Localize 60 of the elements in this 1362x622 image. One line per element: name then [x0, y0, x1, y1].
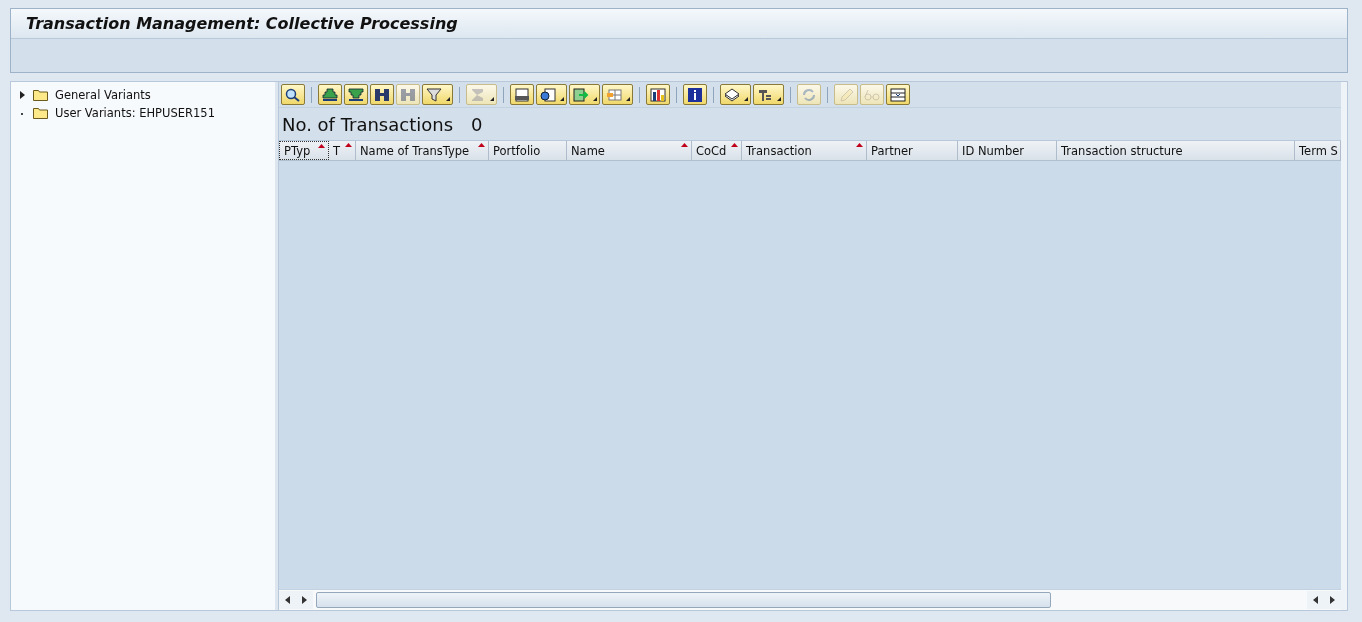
scroll-left-button[interactable]: [279, 591, 296, 609]
folder-icon: [33, 107, 48, 119]
left-arrow-icon: [1313, 596, 1318, 604]
column-header[interactable]: Partner: [867, 141, 958, 160]
scroll-left-button[interactable]: [1307, 591, 1324, 609]
column-header[interactable]: Transaction: [742, 141, 867, 160]
toolbar-button[interactable]: [886, 84, 910, 105]
scroll-right-button[interactable]: [296, 591, 313, 609]
column-header[interactable]: PTyp: [279, 141, 329, 160]
grid-icon: [606, 87, 622, 102]
stack-icon: [724, 87, 740, 102]
window-title: Transaction Management: Collective Processing: [26, 14, 458, 33]
caret-icon: [446, 97, 450, 101]
grid-title: No. of Transactions: [282, 113, 454, 135]
column-header[interactable]: Portfolio: [489, 141, 567, 160]
tree-item[interactable]: General Variants: [55, 88, 151, 102]
right-arrow-icon: [302, 596, 307, 604]
tree-item[interactable]: User Variants: EHPUSER151: [55, 106, 215, 120]
caret-icon: [744, 97, 748, 101]
menu-button[interactable]: [720, 84, 751, 105]
toolbar-button[interactable]: [344, 84, 368, 105]
expand-icon[interactable]: [20, 91, 25, 99]
caret-icon: [560, 97, 564, 101]
column-header[interactable]: Name: [567, 141, 692, 160]
caret-icon: [777, 97, 781, 101]
export-icon: [573, 87, 589, 102]
pencil-icon: [838, 87, 854, 102]
toolbar-button[interactable]: [646, 84, 670, 105]
toolbar-button[interactable]: [683, 84, 707, 105]
refresh-icon: [801, 87, 817, 102]
splitter-handle[interactable]: [275, 82, 278, 610]
transaction-count: 0: [471, 113, 483, 135]
left-arrow-icon: [285, 596, 290, 604]
filter-icon: [426, 87, 442, 102]
caret-icon: [626, 97, 630, 101]
column-header[interactable]: Transaction structure: [1057, 141, 1295, 160]
column-header[interactable]: CoCd: [692, 141, 742, 160]
menu-button[interactable]: [536, 84, 567, 105]
pyramid-icon: [322, 87, 338, 102]
caret-icon: [490, 97, 494, 101]
menu-button[interactable]: [753, 84, 784, 105]
right-arrow-icon: [1330, 596, 1335, 604]
column-header[interactable]: Term S: [1295, 141, 1341, 160]
funnel-icon: [348, 87, 364, 102]
column-header[interactable]: Name of TransType: [356, 141, 489, 160]
bar-chart-icon: [650, 87, 666, 102]
caret-icon: [593, 97, 597, 101]
info-icon: [687, 87, 703, 102]
toolbar-button[interactable]: [370, 84, 394, 105]
rows-icon: [890, 87, 906, 102]
menu-button[interactable]: [422, 84, 453, 105]
scrollbar-thumb[interactable]: [316, 592, 1051, 608]
column-header[interactable]: ID Number: [958, 141, 1057, 160]
glasses-icon: [864, 87, 880, 102]
column-header[interactable]: T: [329, 141, 356, 160]
toolbar-button[interactable]: [510, 84, 534, 105]
folder-icon: [33, 89, 48, 101]
toolbar-button[interactable]: [318, 84, 342, 105]
magnifier-icon: [285, 87, 301, 102]
toolbar-button[interactable]: [281, 84, 305, 105]
